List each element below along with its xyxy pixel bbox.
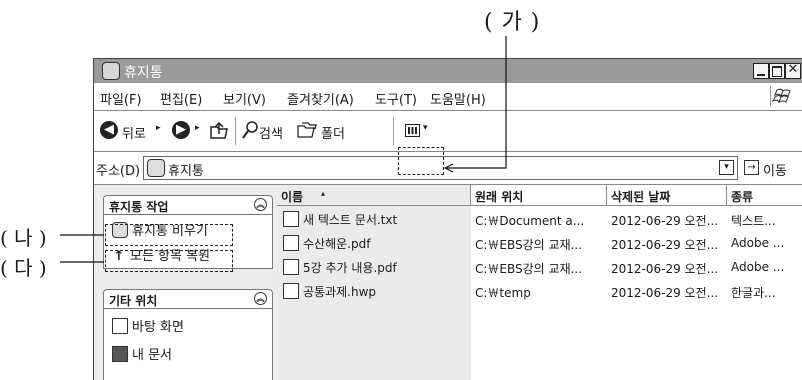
annotation-lines [60, 36, 507, 263]
